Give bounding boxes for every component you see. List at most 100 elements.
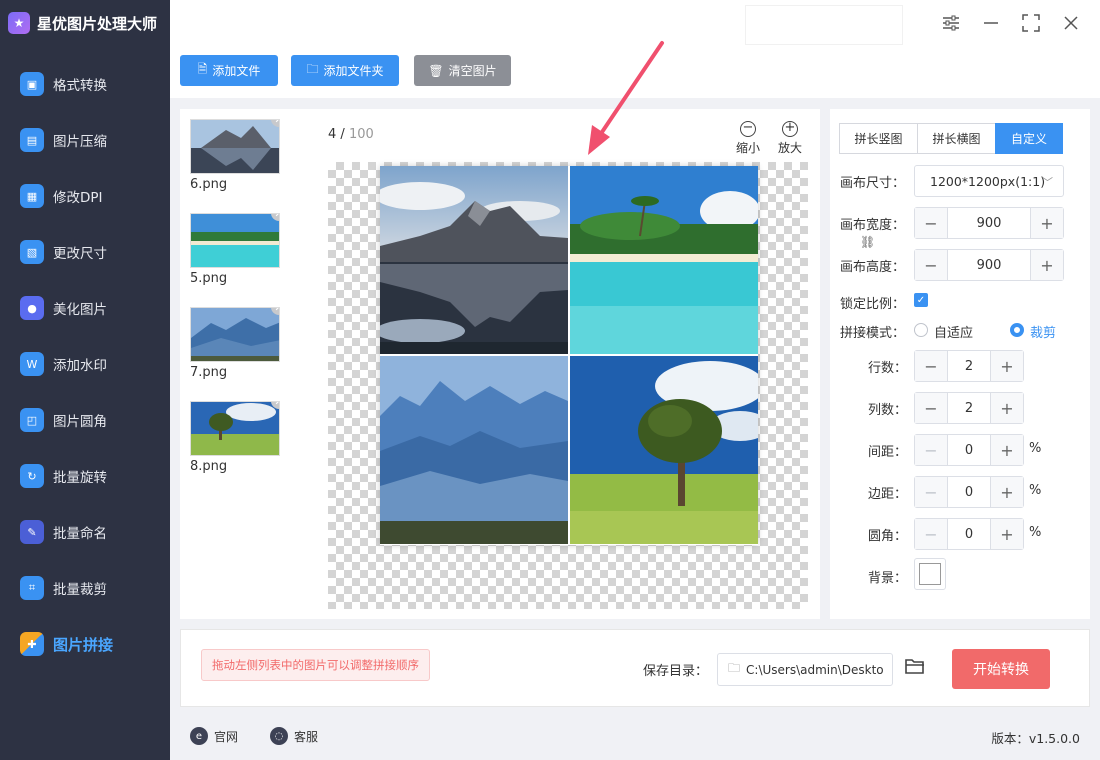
canvas-size-value: 1200*1200px(1:1)	[930, 173, 1046, 189]
settings-sliders-icon[interactable]	[941, 13, 961, 33]
cols-value[interactable]: 2	[947, 393, 991, 423]
rows-value[interactable]: 2	[947, 351, 991, 381]
brand: ★ 星优图片处理大师	[0, 0, 170, 46]
counter-separator: /	[336, 127, 349, 142]
canvas-height-value[interactable]: 900	[947, 250, 1031, 280]
sidebar-item-rename[interactable]: ✎ 批量命名	[0, 504, 170, 560]
decrement-button[interactable]: −	[915, 250, 947, 280]
decrement-button[interactable]: −	[915, 351, 947, 381]
close-icon[interactable]	[1061, 13, 1081, 33]
chat-icon: ◌	[270, 727, 288, 745]
cols-label: 列数：	[868, 403, 908, 418]
radius-stepper[interactable]: − 0 +	[914, 518, 1024, 550]
margin-stepper[interactable]: − 0 +	[914, 476, 1024, 508]
canvas-size-select[interactable]: 1200*1200px(1:1) ﹀	[914, 165, 1064, 197]
dpi-icon: ▦	[20, 184, 44, 208]
file-name: 6.png	[190, 177, 228, 192]
sidebar-item-watermark[interactable]: W 添加水印	[0, 336, 170, 392]
support-link[interactable]: ◌ 客服	[270, 727, 318, 745]
save-path-input[interactable]: 🗀 C:\Users\admin\Deskto	[717, 653, 893, 686]
canvas-width-value[interactable]: 900	[947, 208, 1031, 238]
radius-label: 圆角：	[868, 529, 908, 544]
start-convert-button[interactable]: 开始转换	[952, 649, 1050, 689]
mode-crop-radio[interactable]	[1010, 323, 1024, 337]
open-folder-icon[interactable]	[905, 657, 925, 680]
increment-button[interactable]: +	[991, 393, 1023, 423]
increment-button[interactable]: +	[991, 351, 1023, 381]
collage-preview	[380, 166, 758, 545]
rows-label: 行数：	[868, 361, 908, 376]
decrement-button[interactable]: −	[915, 435, 947, 465]
spacing-value[interactable]: 0	[947, 435, 991, 465]
decrement-button[interactable]: −	[915, 393, 947, 423]
tab-custom[interactable]: 自定义	[995, 123, 1063, 154]
tab-horizontal[interactable]: 拼长横图	[917, 123, 996, 154]
image-compress-icon: ▤	[20, 128, 44, 152]
resize-icon: ▧	[20, 240, 44, 264]
sidebar-item-dpi[interactable]: ▦ 修改DPI	[0, 168, 170, 224]
file-thumb-5[interactable]: ✕ 5.png	[190, 213, 280, 286]
file-name: 8.png	[190, 459, 228, 474]
margin-unit: %	[1029, 483, 1042, 498]
website-link[interactable]: e 官网	[190, 727, 238, 745]
chevron-down-icon: ﹀	[1042, 176, 1053, 189]
save-path-value: C:\Users\admin\Deskto	[746, 662, 884, 677]
folder-icon: 🗀	[306, 62, 319, 76]
spacing-label: 间距：	[868, 445, 908, 460]
spacing-unit: %	[1029, 441, 1042, 456]
clear-images-button[interactable]: 🗑 清空图片	[414, 55, 511, 86]
toolbar: 🗎 添加文件 🗀 添加文件夹 🗑 清空图片	[170, 46, 1100, 98]
cols-stepper[interactable]: − 2 +	[914, 392, 1024, 424]
decrement-button[interactable]: −	[915, 477, 947, 507]
increment-button[interactable]: +	[991, 477, 1023, 507]
zoom-in-button[interactable]: + 放大	[772, 121, 808, 156]
thumbnail-image: ✕	[190, 401, 280, 456]
canvas-width-stepper[interactable]: − 900 +	[914, 207, 1064, 239]
increment-button[interactable]: +	[1031, 250, 1063, 280]
file-thumb-8[interactable]: ✕ 8.png	[190, 401, 280, 474]
zoom-out-button[interactable]: − 缩小	[730, 121, 766, 156]
rows-stepper[interactable]: − 2 +	[914, 350, 1024, 382]
mode-adaptive-label: 自适应	[934, 326, 974, 341]
canvas-width-label: 画布宽度：	[840, 218, 906, 233]
sidebar-item-resize[interactable]: ▧ 更改尺寸	[0, 224, 170, 280]
increment-button[interactable]: +	[1031, 208, 1063, 238]
lock-ratio-checkbox[interactable]: ✓	[914, 293, 928, 307]
zoom-out-label: 缩小	[735, 141, 760, 155]
background-color-picker[interactable]	[914, 558, 946, 590]
minimize-icon[interactable]	[981, 13, 1001, 33]
increment-button[interactable]: +	[991, 435, 1023, 465]
sidebar-item-stitch[interactable]: ✚ 图片拼接	[0, 616, 170, 672]
sidebar-item-round-corner[interactable]: ◰ 图片圆角	[0, 392, 170, 448]
tab-vertical[interactable]: 拼长竖图	[839, 123, 918, 154]
sidebar-item-label: 格式转换	[53, 78, 107, 94]
add-file-label: 添加文件	[212, 64, 261, 78]
canvas-height-stepper[interactable]: − 900 +	[914, 249, 1064, 281]
file-thumb-7[interactable]: ✕ 7.png	[190, 307, 280, 380]
title-bar	[170, 0, 1100, 46]
decrement-button[interactable]: −	[915, 208, 947, 238]
rename-icon: ✎	[20, 520, 44, 544]
footer: e 官网 ◌ 客服 版本：v1.5.0.0	[170, 712, 1100, 760]
link-icon[interactable]: ⛓	[860, 235, 875, 249]
watermark-icon: W	[20, 352, 44, 376]
radius-value[interactable]: 0	[947, 519, 991, 549]
maximize-icon[interactable]	[1021, 13, 1041, 33]
mode-adaptive-radio[interactable]	[914, 323, 928, 337]
decrement-button[interactable]: −	[915, 519, 947, 549]
file-thumb-6[interactable]: ✕ 6.png	[190, 119, 280, 192]
clear-images-label: 清空图片	[448, 64, 497, 78]
spacing-stepper[interactable]: − 0 +	[914, 434, 1024, 466]
add-folder-button[interactable]: 🗀 添加文件夹	[291, 55, 399, 86]
margin-value[interactable]: 0	[947, 477, 991, 507]
sidebar-item-crop[interactable]: ⌗ 批量裁剪	[0, 560, 170, 616]
sidebar-item-label: 批量旋转	[53, 470, 107, 486]
thumbnail-image: ✕	[190, 213, 280, 268]
sidebar-item-format-convert[interactable]: ▣ 格式转换	[0, 56, 170, 112]
sidebar-item-rotate[interactable]: ↻ 批量旋转	[0, 448, 170, 504]
sidebar-item-compress[interactable]: ▤ 图片压缩	[0, 112, 170, 168]
add-file-button[interactable]: 🗎 添加文件	[180, 55, 278, 86]
collage-tile-lake	[380, 166, 568, 354]
increment-button[interactable]: +	[991, 519, 1023, 549]
sidebar-item-beautify[interactable]: ● 美化图片	[0, 280, 170, 336]
